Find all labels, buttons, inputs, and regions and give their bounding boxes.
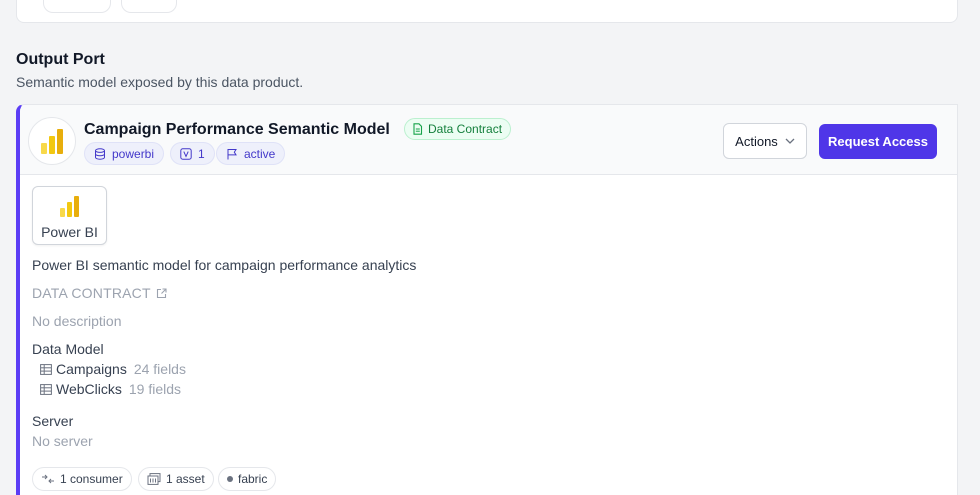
consumer-count-chip[interactable]: 1 consumer [32, 467, 132, 491]
output-port-card: Campaign Performance Semantic Model Data… [16, 104, 958, 495]
data-model-label: Data Model [32, 341, 104, 357]
output-port-header: Campaign Performance Semantic Model Data… [20, 105, 957, 175]
output-port-description: Power BI semantic model for campaign per… [32, 257, 417, 273]
document-icon [413, 123, 423, 135]
data-contract-label: DATA CONTRACT [32, 285, 151, 301]
powerbi-icon [41, 128, 63, 154]
chip-label: fabric [238, 472, 268, 486]
powerbi-icon [60, 196, 79, 217]
table-name: Campaigns [56, 361, 127, 377]
server-value: No server [32, 433, 93, 449]
asset-count-chip[interactable]: 1 asset [138, 467, 214, 491]
table-name: WebClicks [56, 381, 122, 397]
actions-label: Actions [735, 133, 778, 149]
output-port-name: Campaign Performance Semantic Model [84, 121, 390, 138]
dot-icon [227, 476, 233, 482]
consumer-icon [42, 474, 54, 484]
tag-version: 1 [170, 142, 215, 165]
section-subtitle: Semantic model exposed by this data prod… [16, 74, 304, 90]
actions-dropdown-button[interactable]: Actions [723, 123, 807, 159]
tag-label: powerbi [112, 146, 155, 161]
server-label: Server [32, 413, 74, 429]
platform-logo [28, 117, 76, 165]
version-icon [180, 147, 192, 160]
table-field-count: 19 fields [128, 381, 182, 397]
platform-tile[interactable]: Power BI [32, 186, 107, 245]
asset-icon [147, 473, 161, 485]
external-link-icon [156, 287, 167, 298]
data-contract-link[interactable]: DATA CONTRACT [32, 285, 167, 301]
platform-label: Power BI [41, 224, 98, 240]
previous-card-button[interactable] [43, 0, 111, 13]
data-contract-description: No description [32, 313, 122, 329]
section-title: Output Port [16, 51, 105, 68]
flag-icon [227, 148, 237, 159]
data-contract-badge-label: Data Contract [428, 122, 503, 136]
table-field-count: 24 fields [133, 361, 186, 377]
table-icon [40, 363, 52, 375]
previous-card [16, 0, 958, 23]
chip-label: 1 asset [166, 472, 205, 486]
data-contract-badge[interactable]: Data Contract [404, 118, 512, 140]
tag-platform: powerbi [84, 142, 165, 165]
table-icon [40, 383, 52, 395]
server-type-chip[interactable]: fabric [218, 467, 277, 491]
tag-label: active [244, 146, 276, 161]
database-icon [95, 147, 105, 160]
tag-label: 1 [198, 146, 205, 161]
data-model-table-row[interactable]: WebClicks 19 fields [40, 381, 181, 397]
chip-label: 1 consumer [60, 472, 123, 486]
data-model-table-row[interactable]: Campaigns 24 fields [40, 361, 186, 377]
request-access-button[interactable]: Request Access [819, 124, 937, 159]
previous-card-button[interactable] [121, 0, 177, 13]
tag-status: active [216, 142, 286, 165]
chevron-down-icon [785, 138, 795, 144]
